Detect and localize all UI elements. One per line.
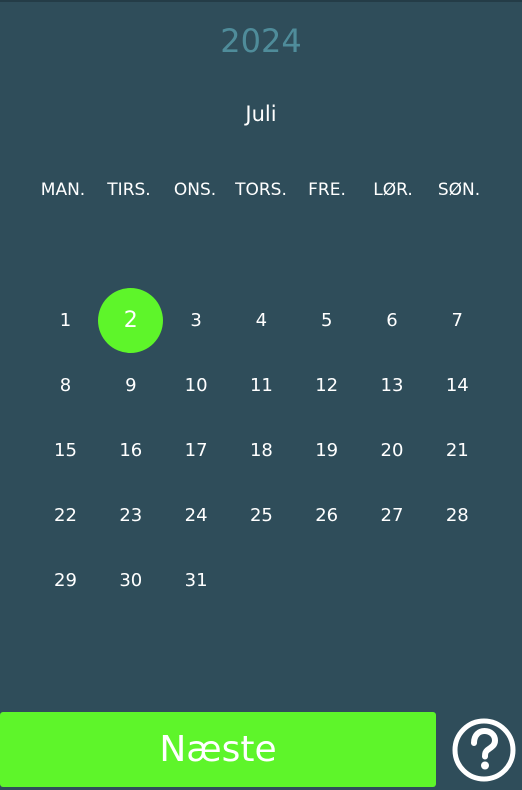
calendar-day[interactable]: 28	[425, 483, 490, 548]
calendar-day[interactable]: 27	[359, 483, 424, 548]
calendar-day[interactable]: 25	[229, 483, 294, 548]
calendar-day[interactable]: 18	[229, 418, 294, 483]
weekday-monday: MAN.	[40, 180, 86, 200]
question-circle-icon	[452, 718, 516, 782]
weekday-tuesday: TIRS.	[107, 180, 151, 200]
weekday-friday: FRE.	[308, 180, 346, 200]
calendar-day[interactable]: 12	[294, 353, 359, 418]
next-button[interactable]: Næste	[0, 712, 436, 787]
top-border	[0, 0, 522, 2]
weekday-header-row: MAN. TIRS. ONS. TORS. FRE. LØR. SØN.	[30, 178, 492, 202]
calendar-day[interactable]: 30	[98, 548, 163, 613]
calendar-day[interactable]: 26	[294, 483, 359, 548]
calendar-day[interactable]: 16	[98, 418, 163, 483]
calendar-day[interactable]: 11	[229, 353, 294, 418]
calendar-day[interactable]: 10	[164, 353, 229, 418]
calendar-day[interactable]: 8	[33, 353, 98, 418]
calendar-day[interactable]: 21	[425, 418, 490, 483]
calendar-day[interactable]: 4	[229, 288, 294, 353]
calendar-day[interactable]: 13	[359, 353, 424, 418]
calendar-day[interactable]: 31	[164, 548, 229, 613]
day-grid: 1 2 3 4 5 6 7 8 9 10 11 12 13 14 15 16 17 18 19 20 21 22 23 24 2…	[33, 288, 490, 613]
calendar-day[interactable]: 14	[425, 353, 490, 418]
calendar-day[interactable]: 7	[425, 288, 490, 353]
calendar-day-selected[interactable]: 2	[98, 288, 164, 353]
weekday-thursday: TORS.	[235, 180, 287, 200]
weekday-saturday: LØR.	[373, 180, 413, 200]
month-label: Juli	[245, 102, 277, 126]
calendar-day[interactable]: 17	[164, 418, 229, 483]
calendar-day[interactable]: 3	[164, 288, 229, 353]
calendar-day[interactable]: 1	[33, 288, 98, 353]
calendar-day[interactable]: 6	[359, 288, 424, 353]
weekday-wednesday: ONS.	[173, 180, 217, 200]
calendar-day[interactable]: 9	[98, 353, 163, 418]
calendar-day[interactable]: 19	[294, 418, 359, 483]
calendar-day[interactable]: 24	[164, 483, 229, 548]
year-label: 2024	[220, 22, 302, 60]
calendar-day[interactable]: 22	[33, 483, 98, 548]
help-button[interactable]	[451, 717, 517, 783]
calendar-day[interactable]: 15	[33, 418, 98, 483]
weekday-sunday: SØN.	[437, 180, 481, 200]
calendar-day[interactable]: 29	[33, 548, 98, 613]
calendar-day[interactable]: 5	[294, 288, 359, 353]
calendar-day[interactable]: 23	[98, 483, 163, 548]
calendar-day[interactable]: 20	[359, 418, 424, 483]
